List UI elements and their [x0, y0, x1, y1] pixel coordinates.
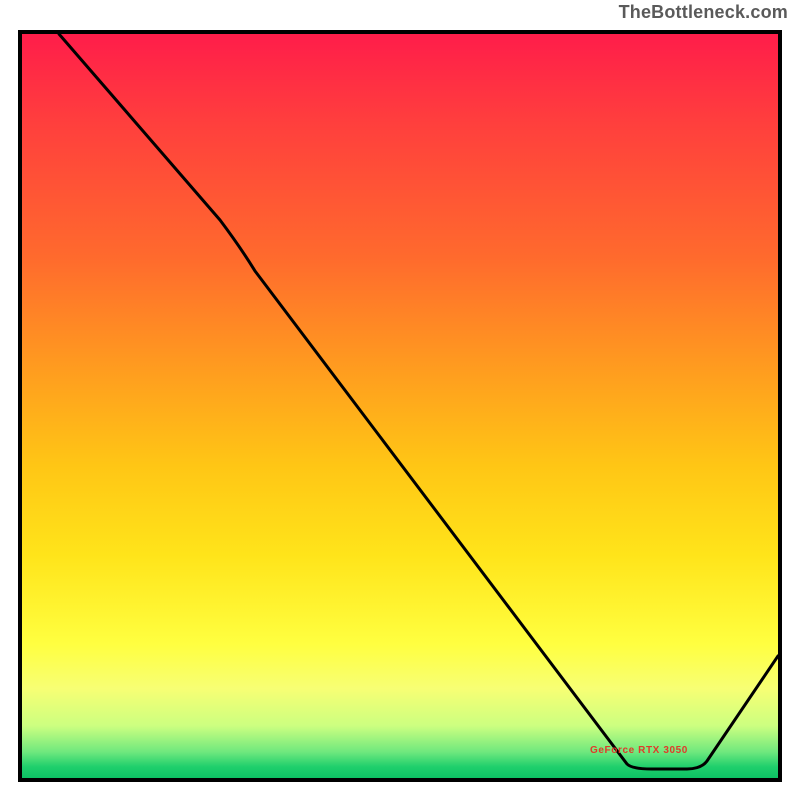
marker-label-rtx3050: GeForce RTX 3050: [590, 745, 688, 756]
chart-curve-svg: [22, 34, 778, 778]
attribution-text: TheBottleneck.com: [619, 2, 788, 23]
bottleneck-chart: GeForce RTX 3050: [18, 30, 782, 782]
bottleneck-curve-path: [59, 34, 778, 769]
